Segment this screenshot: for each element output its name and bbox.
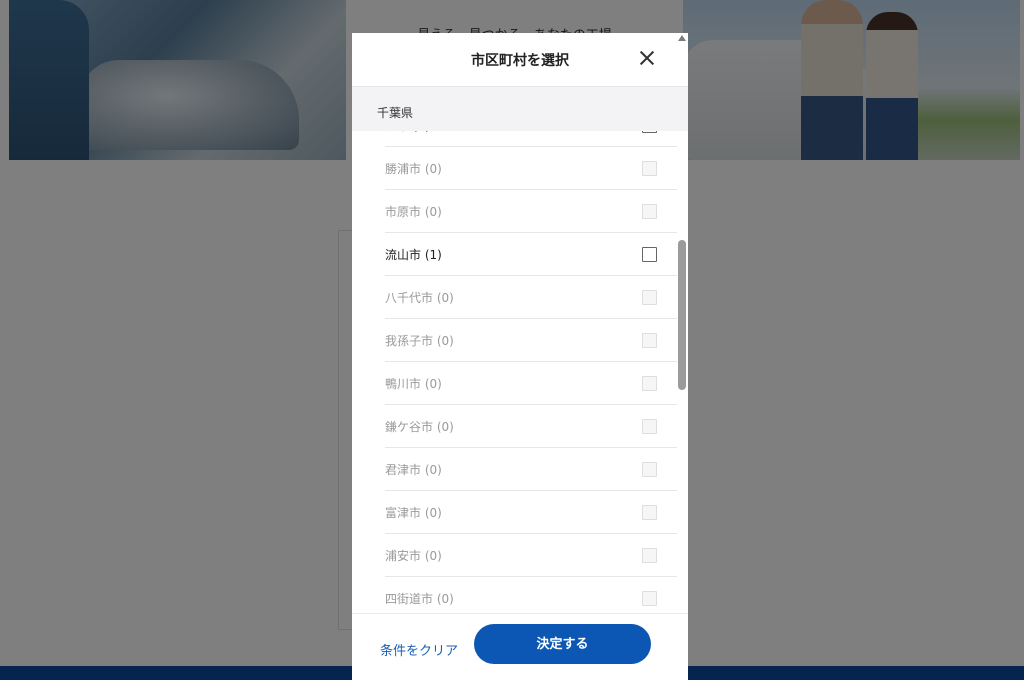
city-label: 四街道市 (0): [385, 591, 454, 606]
city-list-item: 富津市 (0): [385, 491, 677, 534]
city-list-item: 鎌ケ谷市 (0): [385, 405, 677, 448]
city-checkbox: [642, 375, 657, 391]
modal-header: 市区町村を選択: [352, 33, 688, 87]
city-list-item: 勝浦市 (0): [385, 147, 677, 190]
city-checkbox: [642, 461, 657, 477]
city-list-item[interactable]: 流山市 (1): [385, 233, 677, 276]
city-checkbox: [642, 160, 657, 176]
scroll-up-arrow-icon[interactable]: [678, 35, 686, 41]
city-checkbox: [642, 203, 657, 219]
city-label: 浦安市 (0): [385, 548, 442, 563]
city-checkbox: [642, 590, 657, 606]
close-icon[interactable]: [636, 47, 658, 69]
city-list-item: 四街道市 (0): [385, 577, 677, 613]
city-checkbox: [642, 332, 657, 348]
city-checkbox: [642, 418, 657, 434]
city-label: 流山市 (1): [385, 247, 442, 262]
city-list-item: 君津市 (0): [385, 448, 677, 491]
city-list-item: 市原市 (0): [385, 190, 677, 233]
city-checkbox: [642, 289, 657, 305]
city-checkbox[interactable]: [642, 131, 657, 133]
prefecture-header: 千葉県: [352, 87, 688, 131]
city-list-item: 我孫子市 (0): [385, 319, 677, 362]
city-label: 八千代市 (0): [385, 290, 454, 305]
scrollbar[interactable]: [678, 35, 686, 678]
scroll-thumb[interactable]: [678, 240, 686, 390]
city-label: 富津市 (0): [385, 505, 442, 520]
city-label: 旭市 (1): [385, 131, 430, 134]
city-label: 我孫子市 (0): [385, 333, 454, 348]
city-list-item: 八千代市 (0): [385, 276, 677, 319]
submit-button[interactable]: 決定する: [474, 624, 651, 664]
clear-conditions-link[interactable]: 条件をクリア: [380, 640, 458, 659]
city-checkbox: [642, 504, 657, 520]
city-list-item[interactable]: 旭市 (1): [385, 131, 677, 147]
city-list: 旭市 (1) 勝浦市 (0) 市原市 (0) 流山市 (1) 八千代市 (0) 我孫子市 …: [385, 131, 677, 613]
city-list-item: 浦安市 (0): [385, 534, 677, 577]
city-label: 鎌ケ谷市 (0): [385, 419, 454, 434]
city-label: 市原市 (0): [385, 204, 442, 219]
city-checkbox: [642, 547, 657, 563]
city-checkbox[interactable]: [642, 246, 657, 262]
city-label: 勝浦市 (0): [385, 161, 442, 176]
city-list-viewport[interactable]: 旭市 (1) 勝浦市 (0) 市原市 (0) 流山市 (1) 八千代市 (0) 我孫子市 …: [352, 131, 688, 613]
modal-footer: 条件をクリア 決定する: [352, 613, 688, 680]
city-select-modal: 市区町村を選択 千葉県 旭市 (1) 勝浦市 (0) 市原市 (0) 流山市 (1) 八…: [352, 33, 688, 680]
city-label: 鴨川市 (0): [385, 376, 442, 391]
city-list-item: 鴨川市 (0): [385, 362, 677, 405]
city-label: 君津市 (0): [385, 462, 442, 477]
